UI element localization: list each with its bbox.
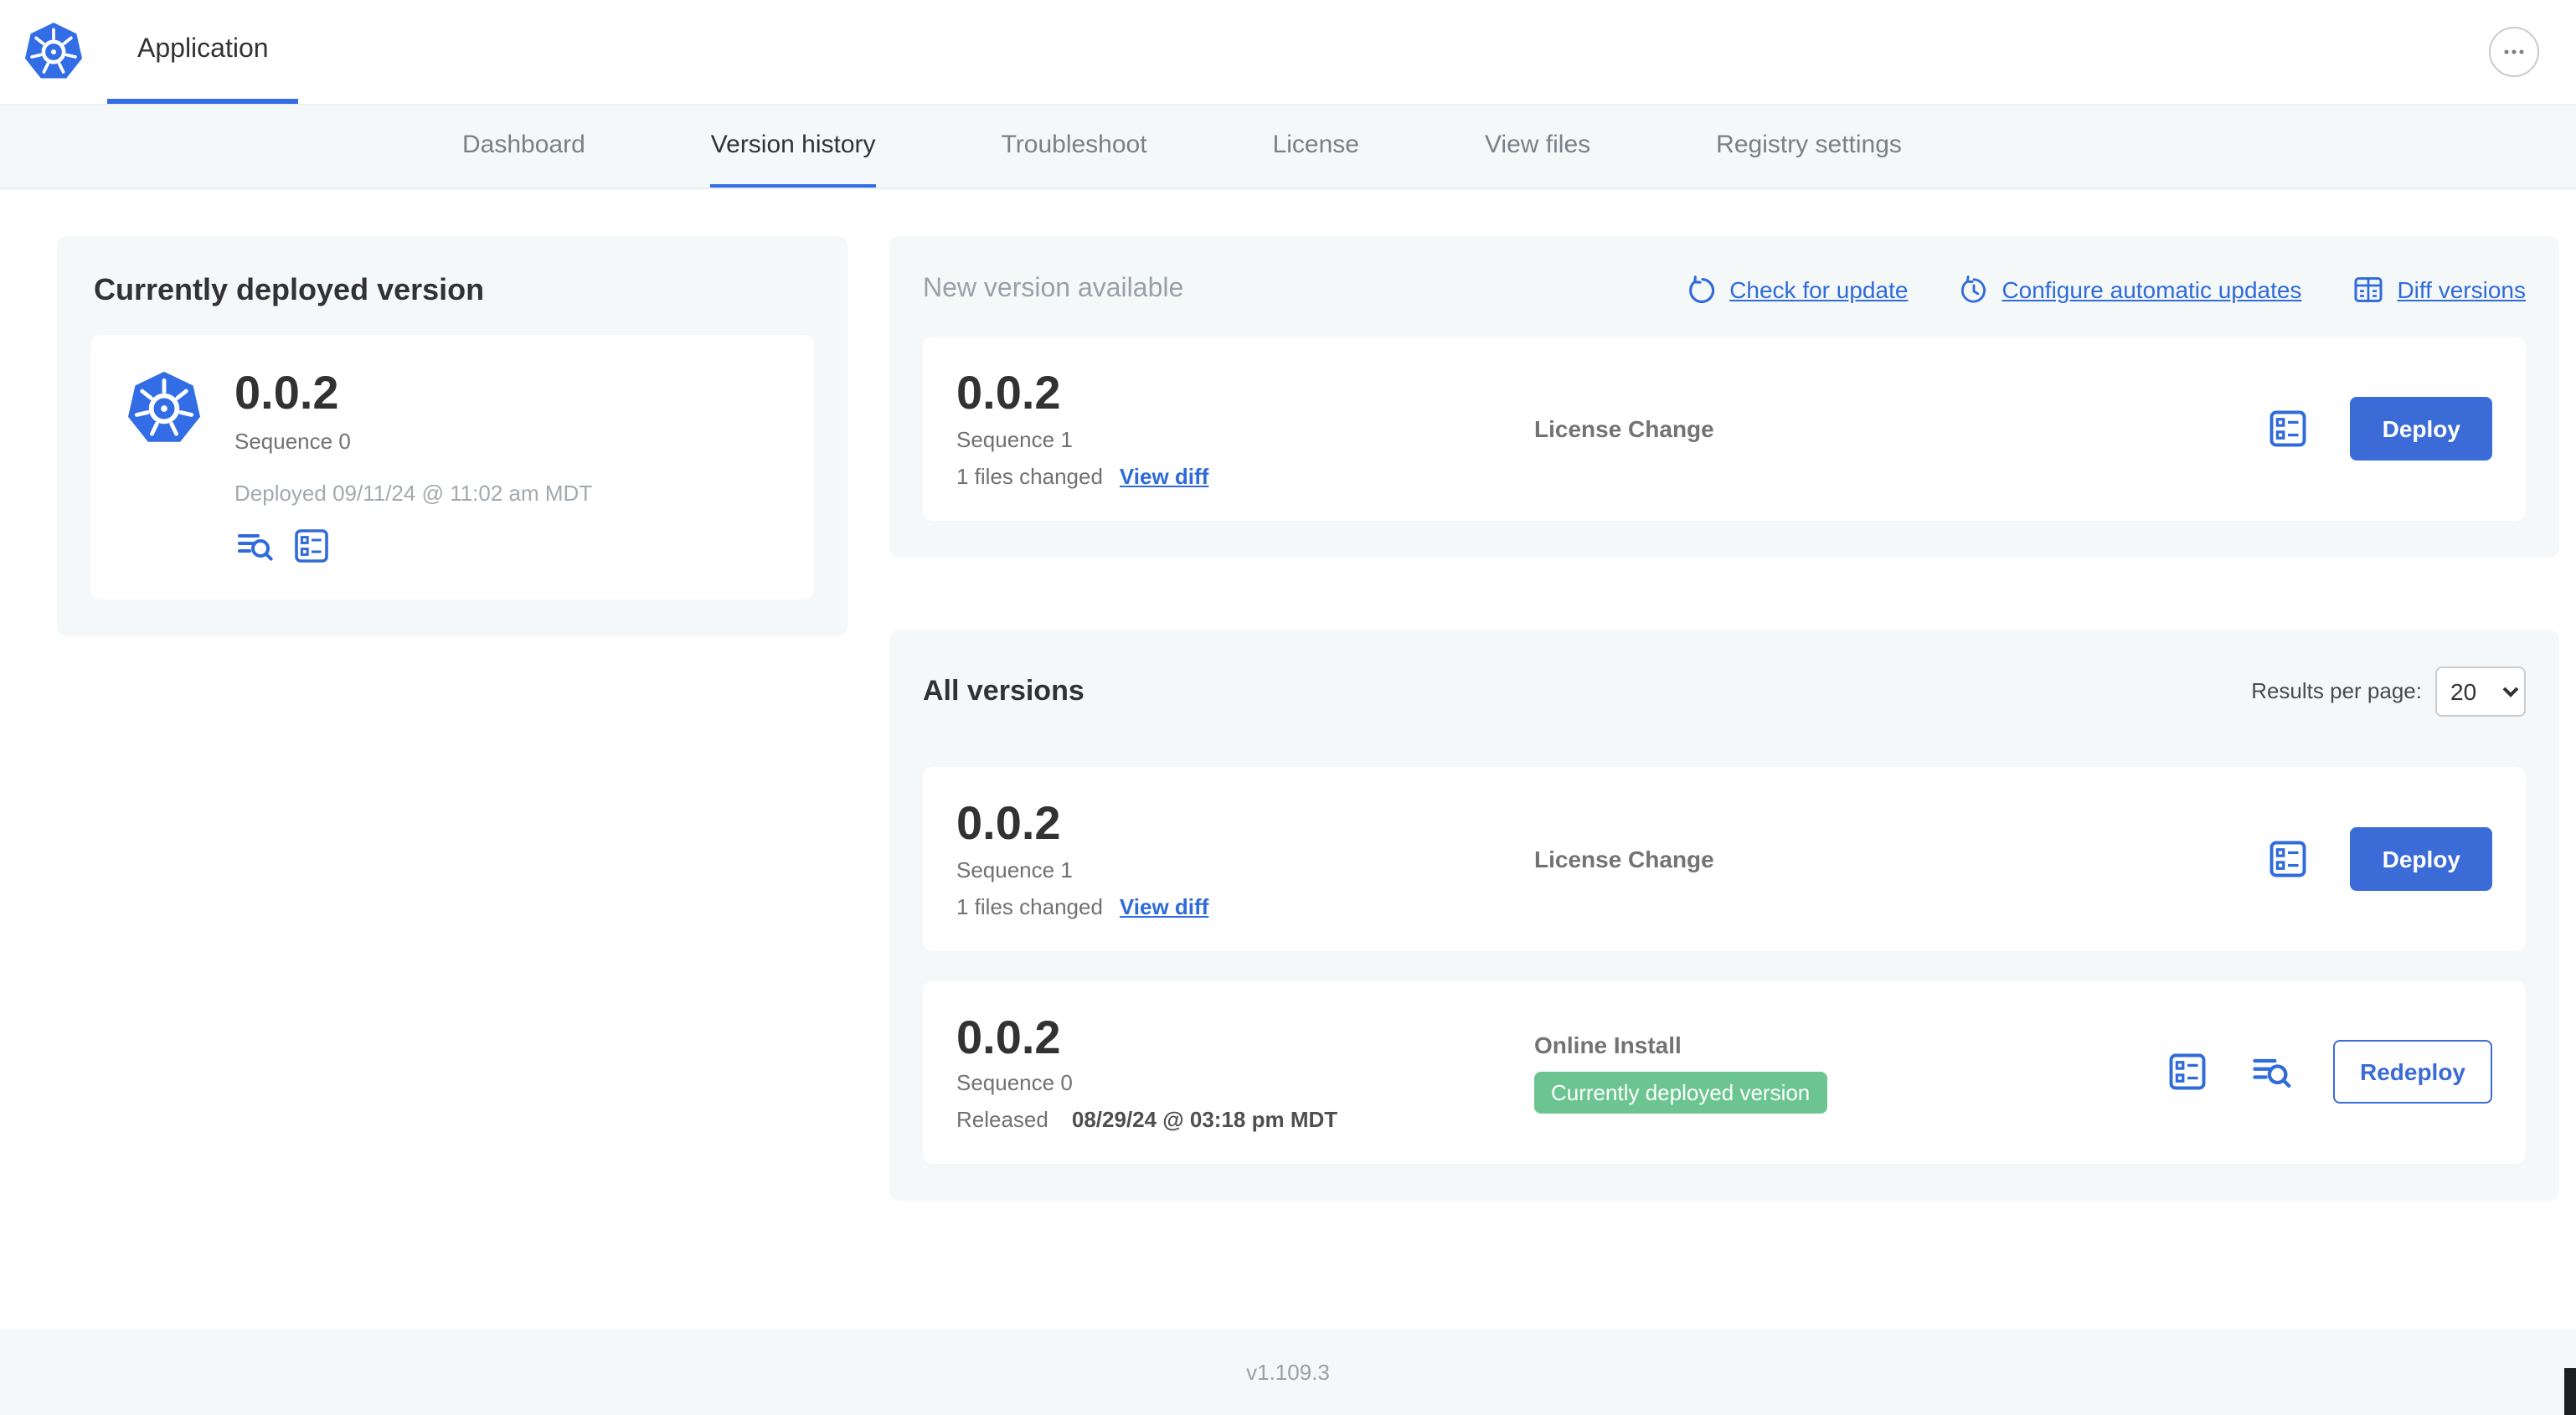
- right-column: New version available Check for update C…: [889, 236, 2559, 1201]
- configure-automatic-updates-link[interactable]: Configure automatic updates: [1958, 274, 2301, 306]
- new-version-panel-head: New version available Check for update C…: [923, 273, 2526, 306]
- tab-license-label: License: [1272, 131, 1359, 159]
- results-per-page-label: Results per page:: [2251, 678, 2422, 704]
- app-tab-label: Application: [137, 34, 269, 63]
- deployed-version-card: 0.0.2 Sequence 0 Deployed 09/11/24 @ 11:…: [90, 335, 814, 599]
- change-type: Online Install: [1534, 1031, 1682, 1058]
- version-sequence: Sequence 0: [956, 1070, 1073, 1096]
- files-changed-count: 1 files changed: [956, 893, 1103, 919]
- deployed-version-number: 0.0.2: [234, 367, 339, 419]
- diff-table-icon: [2354, 277, 2383, 302]
- change-type: License Change: [1534, 845, 1714, 872]
- top-header: Application: [0, 0, 2576, 105]
- deployed-actions: [234, 526, 592, 566]
- tab-view-files[interactable]: View files: [1485, 105, 1590, 188]
- tab-registry-settings[interactable]: Registry settings: [1716, 105, 1902, 188]
- version-info: 0.0.2 Sequence 0 Released 08/29/24 @ 03:…: [956, 1011, 1534, 1133]
- all-versions-panel: All versions Results per page: 20 0.0.2 …: [889, 629, 2559, 1201]
- config-values-button[interactable]: [291, 526, 332, 566]
- files-changed-line: 1 files changed View diff: [956, 893, 1534, 918]
- all-versions-title: All versions: [923, 674, 1084, 707]
- tab-version-history-label: Version history: [710, 131, 876, 159]
- version-actions: Deploy: [2267, 396, 2492, 461]
- configure-automatic-updates-label: Configure automatic updates: [2002, 276, 2302, 303]
- refresh-icon: [1688, 275, 1714, 302]
- footer: v1.109.3: [0, 1330, 2576, 1415]
- tab-troubleshoot[interactable]: Troubleshoot: [1002, 105, 1147, 188]
- deployed-sequence: Sequence 0: [234, 428, 351, 454]
- version-row: 0.0.2 Sequence 0 Released 08/29/24 @ 03:…: [923, 980, 2526, 1165]
- version-row: 0.0.2 Sequence 1 1 files changed View di…: [923, 766, 2526, 951]
- version-sequence: Sequence 1: [956, 857, 1073, 882]
- new-version-panel: New version available Check for update C…: [889, 236, 2559, 558]
- results-per-page-select[interactable]: 20: [2435, 666, 2526, 717]
- new-version-title: New version available: [923, 275, 1184, 303]
- results-per-page: Results per page: 20: [2251, 666, 2526, 717]
- clock-refresh-icon: [1961, 275, 1986, 302]
- files-changed-count: 1 files changed: [956, 463, 1103, 489]
- scrollbar-thumb[interactable]: [2564, 1368, 2576, 1415]
- deployed-timestamp: Deployed 09/11/24 @ 11:02 am MDT: [234, 480, 593, 506]
- version-number: 0.0.2: [956, 367, 1061, 419]
- config-values-button[interactable]: [2267, 407, 2311, 450]
- files-changed-line: 1 files changed View diff: [956, 464, 1534, 489]
- ellipsis-icon: [2504, 49, 2524, 54]
- version-actions: Redeploy: [2166, 1040, 2492, 1104]
- currently-deployed-title: Currently deployed version: [94, 273, 485, 306]
- more-menu-button[interactable]: [2489, 27, 2539, 77]
- page: Application Dashboard Version history Tr…: [0, 0, 2576, 1415]
- tab-dashboard-label: Dashboard: [462, 131, 585, 159]
- version-actions: Deploy: [2267, 826, 2492, 891]
- checklist-icon: [2270, 840, 2307, 877]
- currently-deployed-card: Currently deployed version 0.0.2 Sequenc…: [57, 236, 848, 636]
- all-versions-head: All versions Results per page: 20: [923, 666, 2526, 717]
- deploy-logs-button[interactable]: [2249, 1051, 2293, 1094]
- deploy-button[interactable]: Deploy: [2350, 826, 2492, 891]
- view-diff-link[interactable]: View diff: [1120, 893, 1208, 918]
- deploy-logs-button[interactable]: [234, 526, 275, 566]
- tab-registry-settings-label: Registry settings: [1716, 131, 1902, 159]
- config-values-button[interactable]: [2166, 1051, 2209, 1094]
- version-info: 0.0.2 Sequence 1 1 files changed View di…: [956, 367, 1534, 489]
- new-version-row: 0.0.2 Sequence 1 1 files changed View di…: [923, 337, 2526, 521]
- redeploy-button[interactable]: Redeploy: [2332, 1040, 2492, 1104]
- diff-versions-link[interactable]: Diff versions: [2352, 273, 2526, 306]
- app-logo-wrap: [0, 0, 107, 104]
- kubernetes-version-icon: [127, 371, 201, 442]
- logs-icon: [2253, 1059, 2291, 1089]
- kubernetes-logo-icon: [24, 23, 83, 79]
- tab-view-files-label: View files: [1484, 131, 1591, 159]
- released-label: Released: [956, 1107, 1048, 1133]
- checklist-icon: [2270, 410, 2307, 447]
- tab-version-history[interactable]: Version history: [710, 105, 876, 188]
- tab-application[interactable]: Application: [107, 0, 299, 104]
- tab-license[interactable]: License: [1273, 105, 1359, 188]
- version-rows: 0.0.2 Sequence 1 1 files changed View di…: [923, 766, 2526, 1165]
- deployed-version-info: 0.0.2 Sequence 0 Deployed 09/11/24 @ 11:…: [234, 367, 593, 566]
- console-version: v1.109.3: [1246, 1360, 1330, 1385]
- check-for-update-link[interactable]: Check for update: [1686, 274, 1908, 306]
- version-sequence: Sequence 1: [956, 426, 1073, 452]
- logs-icon: [238, 533, 273, 561]
- tab-dashboard[interactable]: Dashboard: [462, 105, 585, 188]
- view-diff-link[interactable]: View diff: [1120, 464, 1208, 489]
- change-type: License Change: [1534, 414, 1714, 442]
- checklist-icon: [2169, 1054, 2206, 1091]
- version-info: 0.0.2 Sequence 1 1 files changed View di…: [956, 796, 1534, 918]
- main-content: Currently deployed version 0.0.2 Sequenc…: [0, 189, 2576, 1330]
- config-values-button[interactable]: [2267, 836, 2311, 880]
- version-number: 0.0.2: [956, 796, 1061, 849]
- checklist-icon: [295, 528, 328, 563]
- app-nav: Dashboard Version history Troubleshoot L…: [0, 105, 2576, 189]
- change-type-block: Online Install Currently deployed versio…: [1534, 1032, 2166, 1114]
- currently-deployed-badge: Currently deployed version: [1534, 1071, 1827, 1114]
- check-for-update-label: Check for update: [1729, 276, 1909, 303]
- released-timestamp: 08/29/24 @ 03:18 pm MDT: [1071, 1107, 1338, 1133]
- tab-troubleshoot-label: Troubleshoot: [1001, 131, 1147, 159]
- update-actions: Check for update Configure automatic upd…: [1686, 273, 2526, 306]
- diff-versions-label: Diff versions: [2397, 276, 2526, 303]
- deploy-button[interactable]: Deploy: [2350, 396, 2492, 461]
- released-line: Released 08/29/24 @ 03:18 pm MDT: [956, 1108, 1534, 1133]
- version-number: 0.0.2: [956, 1011, 1061, 1063]
